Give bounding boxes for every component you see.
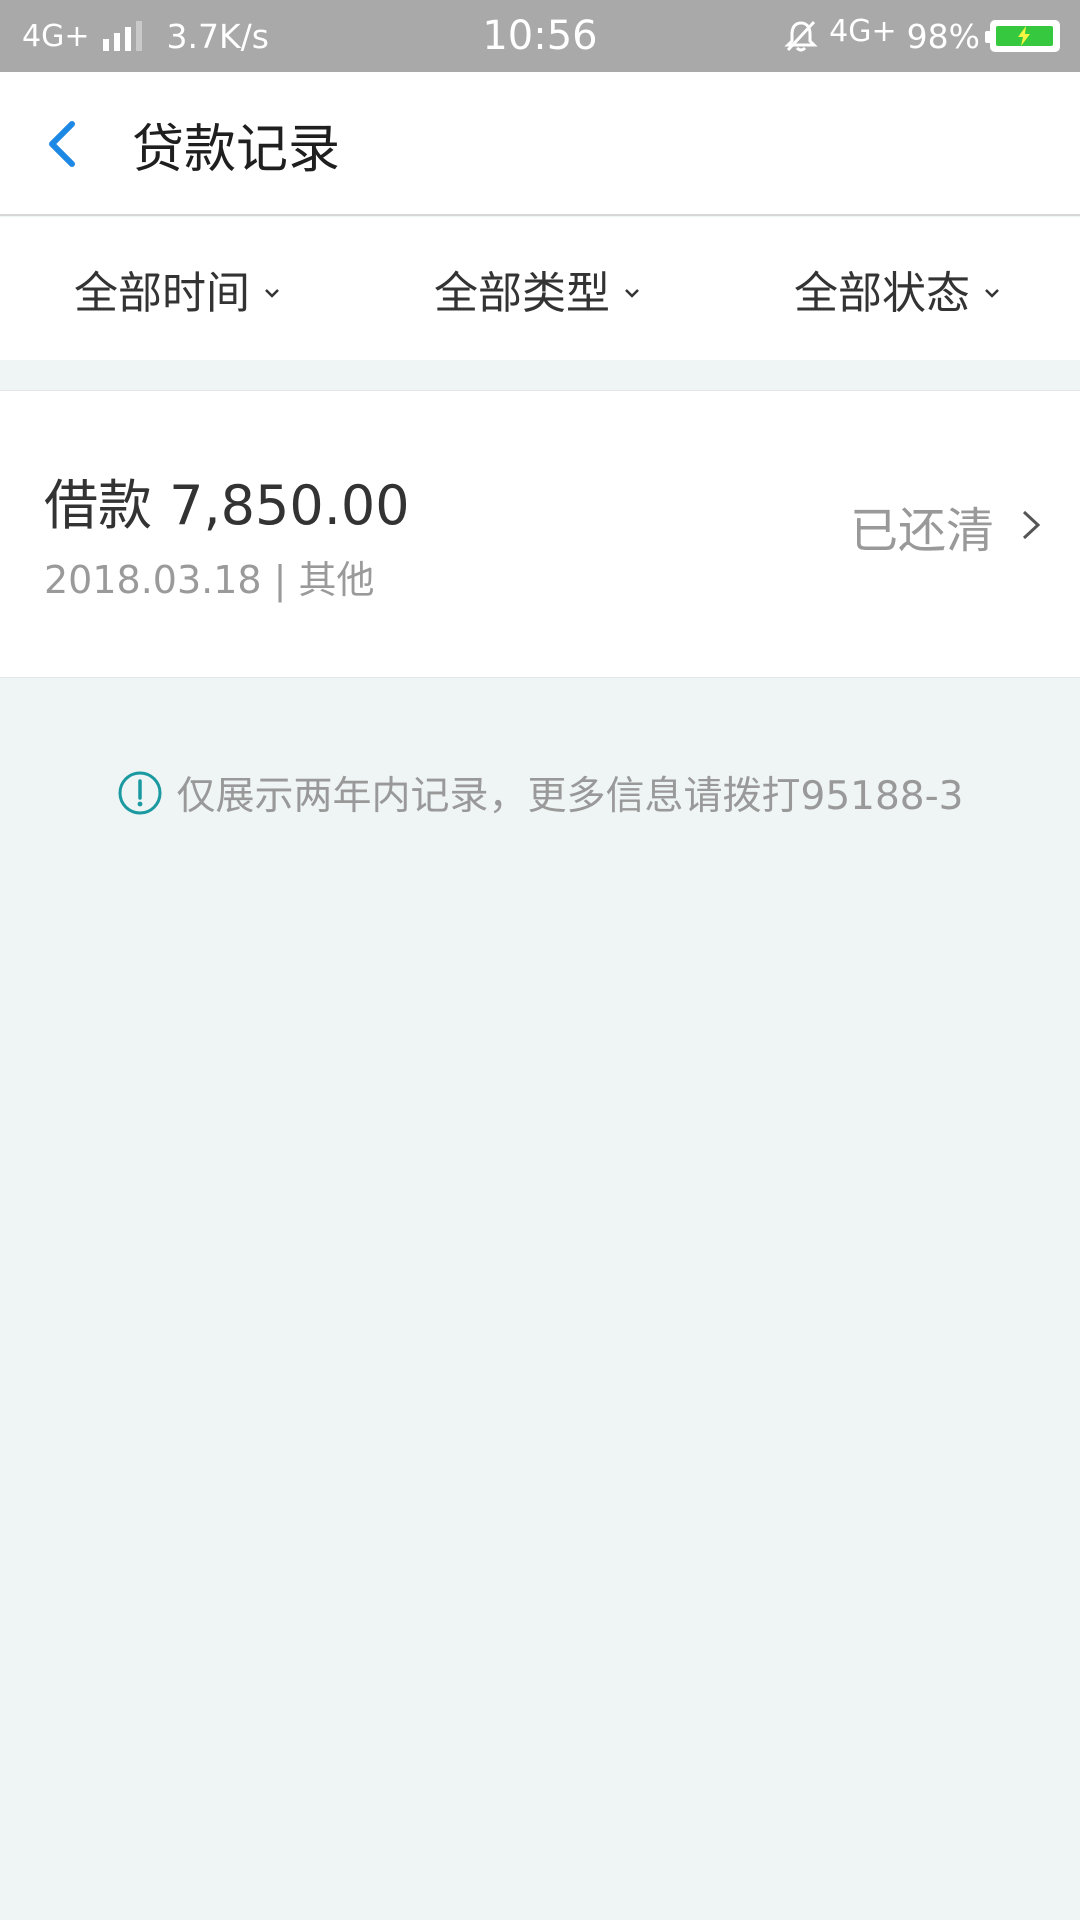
status-left: 4G+ 3.7K/s (22, 0, 269, 72)
network-speed: 3.7K/s (166, 16, 269, 56)
status-badge: 已还清 (849, 503, 994, 559)
notice-text: 仅展示两年内记录，更多信息请拨打95188-3 (176, 774, 964, 819)
signal-icon (103, 21, 143, 51)
status-right: 4G+ 98% (783, 0, 1060, 72)
chevron-down-icon (265, 288, 279, 298)
chevron-down-icon (625, 288, 639, 298)
notice: 仅展示两年内记录，更多信息请拨打95188-3 (0, 760, 1080, 826)
network-type: 4G+ (22, 18, 90, 54)
charging-icon (1018, 26, 1031, 46)
back-button[interactable] (38, 114, 98, 174)
filter-status[interactable]: 全部状态 (794, 217, 1000, 360)
filter-bar: 全部时间 全部类型 全部状态 (0, 217, 1080, 360)
info-circle-icon (118, 771, 162, 815)
network-type-secondary: 4G+ (829, 13, 897, 49)
chevron-down-icon (985, 288, 999, 298)
battery-icon (985, 20, 1060, 52)
filter-time[interactable]: 全部时间 (74, 217, 280, 360)
filter-type-label: 全部类型 (434, 267, 610, 319)
battery-percent: 98% (906, 16, 980, 56)
status-bar: 4G+ 3.7K/s 10:56 4G+ 98% (0, 0, 1080, 72)
chevron-right-icon (1022, 510, 1041, 540)
filter-type[interactable]: 全部类型 (434, 217, 640, 360)
filter-status-label: 全部状态 (794, 267, 970, 319)
filter-time-label: 全部时间 (74, 267, 250, 319)
page-title: 贷款记录 (132, 119, 341, 180)
list-item[interactable]: 借款 7,850.00 2018.03.18 | 其他 已还清 (0, 390, 1080, 678)
title-bar: 贷款记录 (0, 72, 1080, 216)
bell-off-icon (784, 20, 818, 52)
battery-fill (996, 26, 1053, 46)
loan-amount: 借款 7,850.00 (44, 474, 410, 537)
chevron-left-icon (49, 121, 75, 167)
loan-date-category: 2018.03.18 | 其他 (44, 558, 375, 602)
